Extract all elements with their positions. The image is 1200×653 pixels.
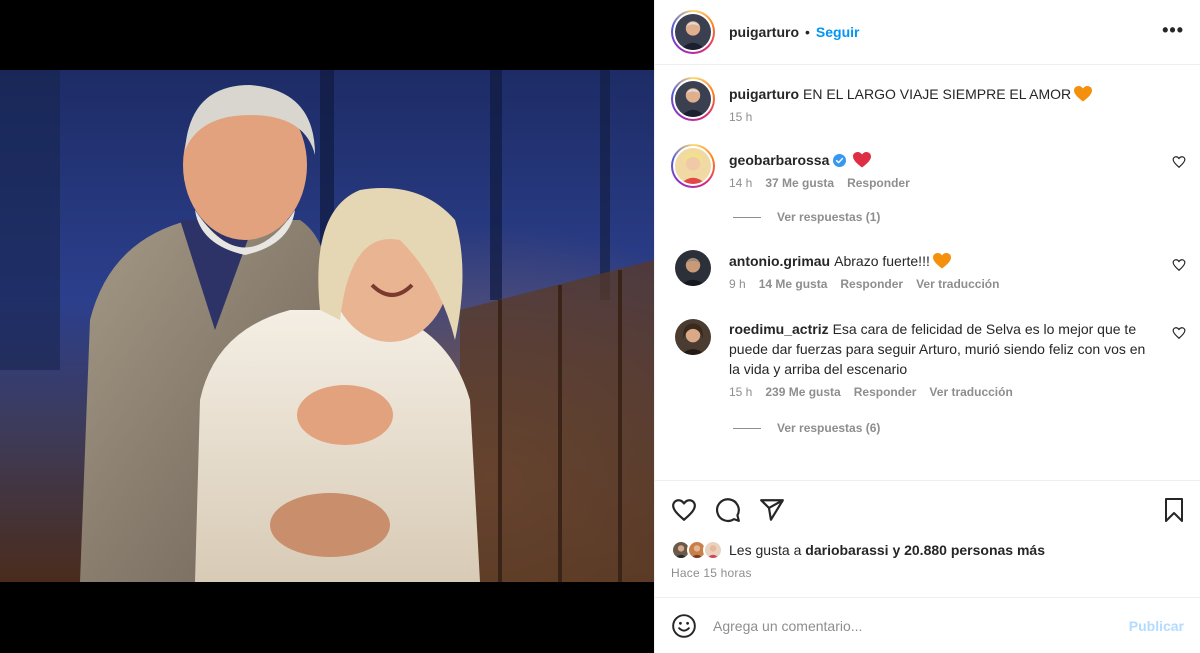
comment-avatar[interactable]: [675, 319, 711, 355]
comment-item: roedimu_actriz Esa cara de felicidad de S…: [655, 319, 1200, 399]
view-replies-button[interactable]: Ver respuestas (1): [733, 210, 1200, 224]
comment-avatar[interactable]: [675, 250, 711, 286]
comment-input[interactable]: [713, 617, 1129, 634]
likes-prefix: Les gusta a: [729, 542, 802, 558]
comment-avatar-image: [675, 319, 711, 355]
comment-time[interactable]: 9 h: [729, 277, 746, 291]
liker-avatars: [671, 539, 727, 561]
view-replies-label: Ver respuestas (1): [777, 210, 881, 224]
instagram-post-view: puigarturo • Seguir ••• puigarturo EN EL…: [0, 0, 1200, 653]
comment-text: Abrazo fuerte!!!: [834, 253, 930, 269]
post-header: puigarturo • Seguir •••: [655, 0, 1200, 65]
post-actions: Les gusta a dariobarassi y 20.880 person…: [655, 480, 1200, 597]
view-replies-button[interactable]: Ver respuestas (6): [733, 421, 1200, 435]
post-side-panel: puigarturo • Seguir ••• puigarturo EN EL…: [654, 0, 1200, 653]
emoji-icon[interactable]: [671, 613, 697, 639]
comment-username[interactable]: roedimu_actriz: [729, 321, 829, 337]
action-icons-row: [655, 481, 1200, 539]
post-time-ago[interactable]: Hace 15 horas: [655, 561, 1200, 580]
post-media: [0, 0, 654, 653]
add-comment-bar: Publicar: [655, 597, 1200, 653]
comment-username[interactable]: geobarbarossa: [729, 152, 829, 168]
author-avatar-image: [675, 14, 711, 50]
comment-time[interactable]: 15 h: [729, 385, 752, 399]
comment-like-heart-icon[interactable]: [1172, 326, 1186, 340]
caption-time[interactable]: 15 h: [729, 110, 752, 124]
reply-button[interactable]: Responder: [854, 385, 917, 399]
caption: puigarturo EN EL LARGO VIAJE SIEMPRE EL A…: [655, 77, 1200, 124]
share-icon[interactable]: [759, 497, 785, 523]
caption-text: EN EL LARGO VIAJE SIEMPRE EL AMOR: [803, 86, 1072, 102]
liker-avatar: [703, 540, 723, 560]
caption-username[interactable]: puigarturo: [729, 86, 799, 102]
separator-dot: •: [805, 24, 810, 40]
comment-item: antonio.grimau Abrazo fuerte!!! 9 h 14 Me…: [655, 250, 1200, 291]
comment-likes[interactable]: 37 Me gusta: [765, 176, 834, 190]
publish-button[interactable]: Publicar: [1129, 618, 1184, 634]
likes-summary: Les gusta a dariobarassi y 20.880 person…: [655, 539, 1200, 561]
follow-button[interactable]: Seguir: [816, 24, 860, 40]
more-options-icon[interactable]: •••: [1162, 20, 1184, 41]
likes-count[interactable]: y 20.880 personas más: [892, 542, 1045, 558]
comment-avatar-image: [675, 148, 711, 184]
replies-divider: [733, 427, 761, 429]
comment-like-heart-icon[interactable]: [1172, 258, 1186, 272]
comment-like-heart-icon[interactable]: [1172, 155, 1186, 169]
author-username[interactable]: puigarturo: [729, 24, 799, 40]
orange-heart-icon: [1074, 86, 1093, 102]
comment-item: geobarbarossa 14 h 37 Me gusta Responder: [655, 144, 1200, 190]
view-replies-label: Ver respuestas (6): [777, 421, 881, 435]
reply-button[interactable]: Responder: [847, 176, 910, 190]
comment-likes[interactable]: 239 Me gusta: [765, 385, 840, 399]
replies-divider: [733, 216, 761, 218]
verified-badge-icon: [833, 154, 847, 167]
translate-button[interactable]: Ver traducción: [929, 385, 1012, 399]
comment-username[interactable]: antonio.grimau: [729, 253, 830, 269]
comments-list: puigarturo EN EL LARGO VIAJE SIEMPRE EL A…: [655, 66, 1200, 480]
author-avatar[interactable]: [671, 10, 715, 54]
liked-by-username[interactable]: dariobarassi: [805, 542, 888, 558]
comment-likes[interactable]: 14 Me gusta: [759, 277, 828, 291]
comment-icon[interactable]: [715, 497, 741, 523]
caption-avatar-image: [675, 81, 711, 117]
bookmark-icon[interactable]: [1162, 497, 1186, 523]
post-photo[interactable]: [0, 70, 654, 582]
caption-author-avatar[interactable]: [671, 77, 715, 121]
like-heart-icon[interactable]: [671, 497, 697, 523]
comment-time[interactable]: 14 h: [729, 176, 752, 190]
reply-button[interactable]: Responder: [840, 277, 903, 291]
translate-button[interactable]: Ver traducción: [916, 277, 999, 291]
comment-avatar-image: [675, 250, 711, 286]
orange-heart-icon: [932, 253, 951, 269]
red-heart-icon: [853, 152, 872, 168]
comment-avatar[interactable]: [671, 144, 715, 188]
